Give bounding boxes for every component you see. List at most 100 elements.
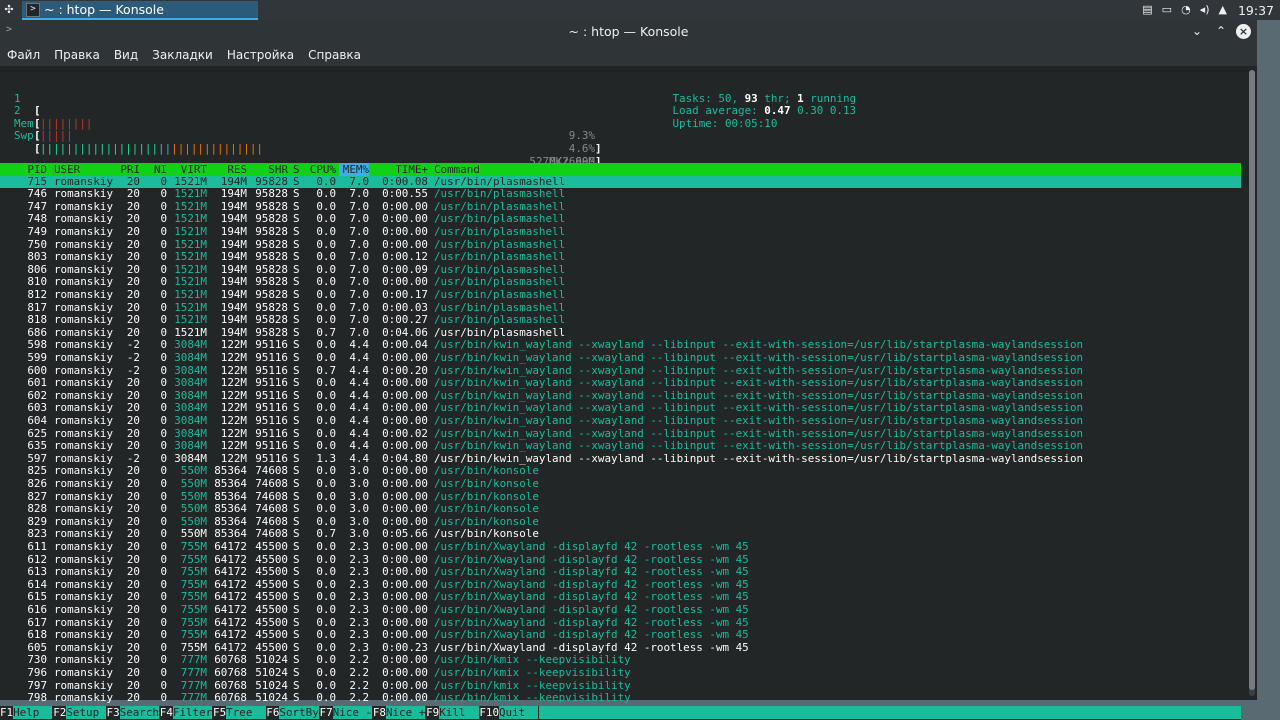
system-tray: ▤ ▭ ◔ ◂) ▲ 19:37 (1142, 0, 1274, 20)
cell-pri: 20 (126, 565, 140, 579)
table-row[interactable]: 796 romanskiy 20 0 777M 60768 51024 S 0.0 2.2 0:00… (0, 665, 1241, 680)
cell-time: 0:00.00 (382, 602, 428, 616)
fkey-label: Setup (66, 706, 106, 719)
cell-mem: 3.0 (349, 476, 369, 490)
menu-edit[interactable]: Правка (54, 44, 100, 66)
menu-help[interactable]: Справка (308, 44, 361, 66)
cell-res: 64172 (214, 539, 247, 553)
cell-res: 85364 (214, 502, 247, 516)
table-row[interactable]: 746 romanskiy 20 0 1521M 194M 95828 S 0.0 7.0 0:00… (0, 188, 1241, 201)
fkey-label: Tree (226, 706, 266, 719)
cell-pid: 746 (27, 187, 47, 201)
cell-virt: 777M (180, 691, 207, 705)
cell-pri: 20 (126, 313, 140, 327)
app-launcher-icon[interactable]: ✣ (2, 3, 16, 17)
cell-shr: 74608 (255, 502, 288, 516)
cell-ni: 0 (160, 665, 167, 679)
cell-time: 0:00.00 (382, 413, 428, 427)
fkey-label: Nice - (332, 706, 373, 719)
terminal-view[interactable]: 1 [ |||||||| 9.3% ] 2 [ ||||| 4.6% ] Mem… (0, 66, 1257, 720)
volume-icon[interactable]: ◂) (1200, 0, 1210, 20)
cell-res: 194M (220, 224, 247, 238)
taskbar-item-label: ~ : htop — Konsole (44, 2, 164, 17)
function-key-bar: F1Help F2Setup F3Search F4Filter F5Tree F6… (0, 706, 1241, 720)
table-row[interactable]: 613 romanskiy 20 0 755M 64172 45500 S 0.0 2.3 0:00… (0, 566, 1241, 579)
cell-ni: 0 (160, 287, 167, 301)
maximize-button[interactable]: ⌃ (1212, 22, 1230, 40)
menu-view[interactable]: Вид (114, 44, 138, 66)
table-row[interactable]: 828 romanskiy 20 0 550M 85364 74608 S 0.0 3.0 0:00… (0, 503, 1241, 516)
cell-command: /usr/bin/plasmashell (434, 313, 566, 327)
table-row[interactable]: 635 romanskiy 20 0 3084M 122M 95116 S 0.0 4.4 0:00… (0, 440, 1241, 453)
chevron-up-icon[interactable]: ▲ (1219, 0, 1227, 20)
cell-state: S (293, 287, 300, 301)
clipboard-icon[interactable]: ▤ (1142, 0, 1152, 20)
close-button[interactable]: × (1236, 23, 1251, 39)
fkey-f2[interactable]: F2Setup (53, 706, 106, 719)
cell-time: 0:00.00 (382, 565, 428, 579)
cell-user: romanskiy (54, 539, 114, 553)
cell-virt: 3084M (174, 376, 207, 390)
cell-pid: 635 (27, 439, 47, 453)
table-row[interactable]: 616 romanskiy 20 0 755M 64172 45500 S 0.0 2.3 0:00… (0, 602, 1241, 617)
scrollbar-thumb[interactable] (1249, 70, 1255, 690)
cell-state: S (293, 250, 300, 264)
table-row[interactable]: 604 romanskiy 20 0 3084M 122M 95116 S 0.0 4.4 0:00… (0, 413, 1241, 428)
menu-settings[interactable]: Настройка (227, 44, 294, 66)
fkey-key: F5 (213, 706, 227, 719)
cell-pid: 601 (27, 376, 47, 390)
cell-pid: 812 (27, 287, 47, 301)
cell-pri: 20 (126, 250, 140, 264)
notifications-icon[interactable]: ◔ (1181, 0, 1191, 20)
fkey-label: Filter (172, 706, 213, 719)
process-table-header[interactable]: PID USER PRI NI VIRT RES SHR S CPU% MEM%… (0, 163, 1241, 176)
cell-state: S (293, 187, 300, 201)
fkey-f10[interactable]: F10Quit (479, 706, 539, 719)
table-row[interactable]: 798 romanskiy 20 0 777M 60768 51024 S 0.0 2.2 0:00… (0, 692, 1241, 705)
cell-mem: 3.0 (349, 502, 369, 516)
table-row[interactable]: 749 romanskiy 20 0 1521M 194M 95828 S 0.0 7.0 0:00… (0, 224, 1241, 239)
fkey-f6[interactable]: F6SortBy (266, 706, 319, 719)
fkey-key: F1 (0, 706, 14, 719)
window-titlebar[interactable]: > ~ : htop — Konsole ⌄ ⌃ × (0, 20, 1257, 44)
table-row[interactable]: 818 romanskiy 20 0 1521M 194M 95828 S 0.0 7.0 0:00… (0, 314, 1241, 327)
cell-pid: 828 (27, 502, 47, 516)
clock[interactable]: 19:37 (1238, 3, 1274, 18)
battery-icon[interactable]: ▭ (1162, 0, 1172, 20)
fkey-f3[interactable]: F3Search (107, 706, 159, 719)
fkey-key: F10 (479, 706, 499, 719)
fkey-f7[interactable]: F7Nice - (319, 706, 373, 719)
cell-command: /usr/bin/plasmashell (434, 250, 566, 264)
fkey-f9[interactable]: F9Kill (426, 706, 479, 719)
cell-shr: 95828 (255, 224, 288, 238)
fkey-f8[interactable]: F8Nice + (373, 706, 426, 719)
fkey-f4[interactable]: F4Filter (159, 706, 213, 719)
cell-state: S (293, 691, 300, 705)
minimize-button[interactable]: ⌄ (1188, 22, 1206, 40)
cell-command: /usr/bin/Xwayland -displayfd 42 -rootles… (434, 628, 749, 642)
table-row[interactable]: 599 romanskiy -2 0 3084M 122M 95116 S 0.0 4.4 0:00… (0, 351, 1241, 365)
cell-state: S (293, 502, 300, 516)
cell-pri: 20 (126, 539, 140, 553)
fkey-key: F4 (159, 706, 173, 719)
scrollbar[interactable] (1249, 70, 1255, 696)
table-row[interactable]: 601 romanskiy 20 0 3084M 122M 95116 S 0.0 4.4 0:00… (0, 377, 1241, 390)
table-row[interactable]: 826 romanskiy 20 0 550M 85364 74608 S 0.0 3.0 0:00… (0, 476, 1241, 491)
fkey-f1[interactable]: F1Help (0, 706, 53, 719)
menu-file[interactable]: Файл (7, 44, 40, 66)
menu-bookmarks[interactable]: Закладки (152, 44, 213, 66)
cell-shr: 45500 (255, 539, 288, 553)
table-row[interactable]: 812 romanskiy 20 0 1521M 194M 95828 S 0.0 7.0 0:00… (0, 287, 1241, 302)
fkey-key: F7 (319, 706, 333, 719)
taskbar-item-konsole[interactable]: > ~ : htop — Konsole (22, 1, 258, 20)
cell-ni: 0 (160, 413, 167, 427)
table-row[interactable]: 611 romanskiy 20 0 755M 64172 45500 S 0.0 2.3 0:00… (0, 539, 1241, 554)
cell-res: 85364 (214, 476, 247, 490)
cell-pid: 798 (27, 691, 47, 705)
cell-ni: 0 (160, 376, 167, 390)
table-row[interactable]: 803 romanskiy 20 0 1521M 194M 95828 S 0.0 7.0 0:00… (0, 251, 1241, 264)
fkey-key: F9 (426, 706, 440, 719)
fkey-f5[interactable]: F5Tree (213, 706, 266, 719)
table-row[interactable]: 618 romanskiy 20 0 755M 64172 45500 S 0.0 2.3 0:00… (0, 629, 1241, 642)
cell-mem: 2.2 (349, 665, 369, 679)
